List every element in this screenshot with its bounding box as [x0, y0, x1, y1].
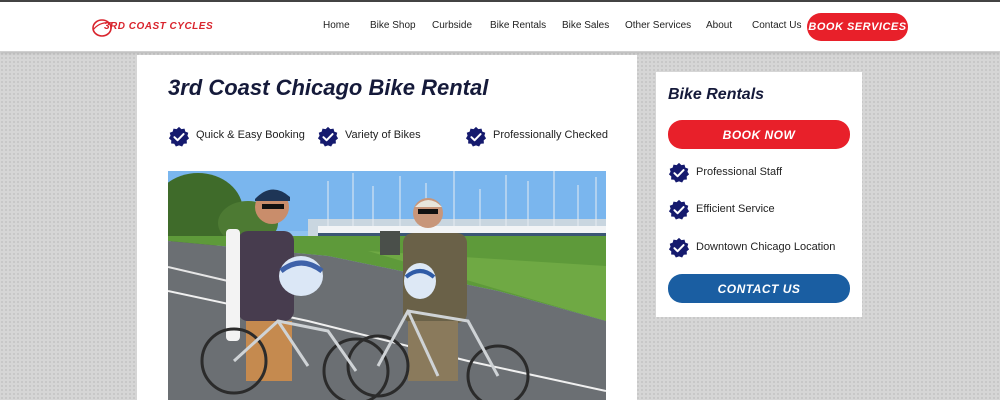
nav-bike-rentals[interactable]: Bike Rentals	[490, 20, 546, 31]
feature-variety: Variety of Bikes	[317, 126, 437, 152]
verified-badge-icon	[317, 126, 339, 147]
sidebar-feature-efficient: Efficient Service	[668, 199, 858, 223]
main-content: 3rd Coast Chicago Bike Rental Quick & Ea…	[137, 55, 637, 400]
contact-us-button[interactable]: CONTACT US	[668, 274, 850, 303]
sidebar-feature-staff: Professional Staff	[668, 162, 858, 186]
nav-about[interactable]: About	[706, 20, 732, 31]
book-services-button[interactable]: BOOK SERVICES	[807, 13, 908, 41]
verified-badge-icon	[668, 199, 690, 220]
photo-cyclists-lakefront	[168, 171, 606, 400]
book-now-button[interactable]: BOOK NOW	[668, 120, 850, 149]
sidebar: Bike Rentals BOOK NOW Professional Staff…	[656, 72, 862, 317]
nav-bike-sales[interactable]: Bike Sales	[562, 20, 609, 31]
nav-bike-shop[interactable]: Bike Shop	[370, 20, 416, 31]
site-header: 3RD COAST CYCLES Home Bike Shop Curbside…	[0, 2, 1000, 52]
verified-badge-icon	[168, 126, 190, 147]
page-title: 3rd Coast Chicago Bike Rental	[168, 75, 489, 100]
nav-curbside[interactable]: Curbside	[432, 20, 472, 31]
feature-label: Efficient Service	[696, 203, 775, 215]
feature-label: Professional Staff	[696, 166, 783, 178]
rental-photo	[168, 171, 606, 400]
nav-other-services[interactable]: Other Services	[625, 20, 691, 31]
nav-contact-us[interactable]: Contact Us	[752, 20, 801, 31]
verified-badge-icon	[668, 237, 690, 258]
feature-label: Variety of Bikes	[345, 129, 421, 141]
feature-quick-booking: Quick & Easy Booking	[168, 126, 308, 152]
sidebar-feature-location: Downtown Chicago Location	[668, 237, 858, 261]
verified-badge-icon	[465, 126, 487, 147]
feature-checked: Professionally Checked	[465, 126, 608, 152]
feature-label: Professionally Checked	[493, 129, 608, 141]
feature-label: Quick & Easy Booking	[196, 129, 305, 141]
verified-badge-icon	[668, 162, 690, 183]
feature-label: Downtown Chicago Location	[696, 241, 836, 253]
sidebar-title: Bike Rentals	[668, 86, 765, 103]
nav-home[interactable]: Home	[323, 20, 350, 31]
